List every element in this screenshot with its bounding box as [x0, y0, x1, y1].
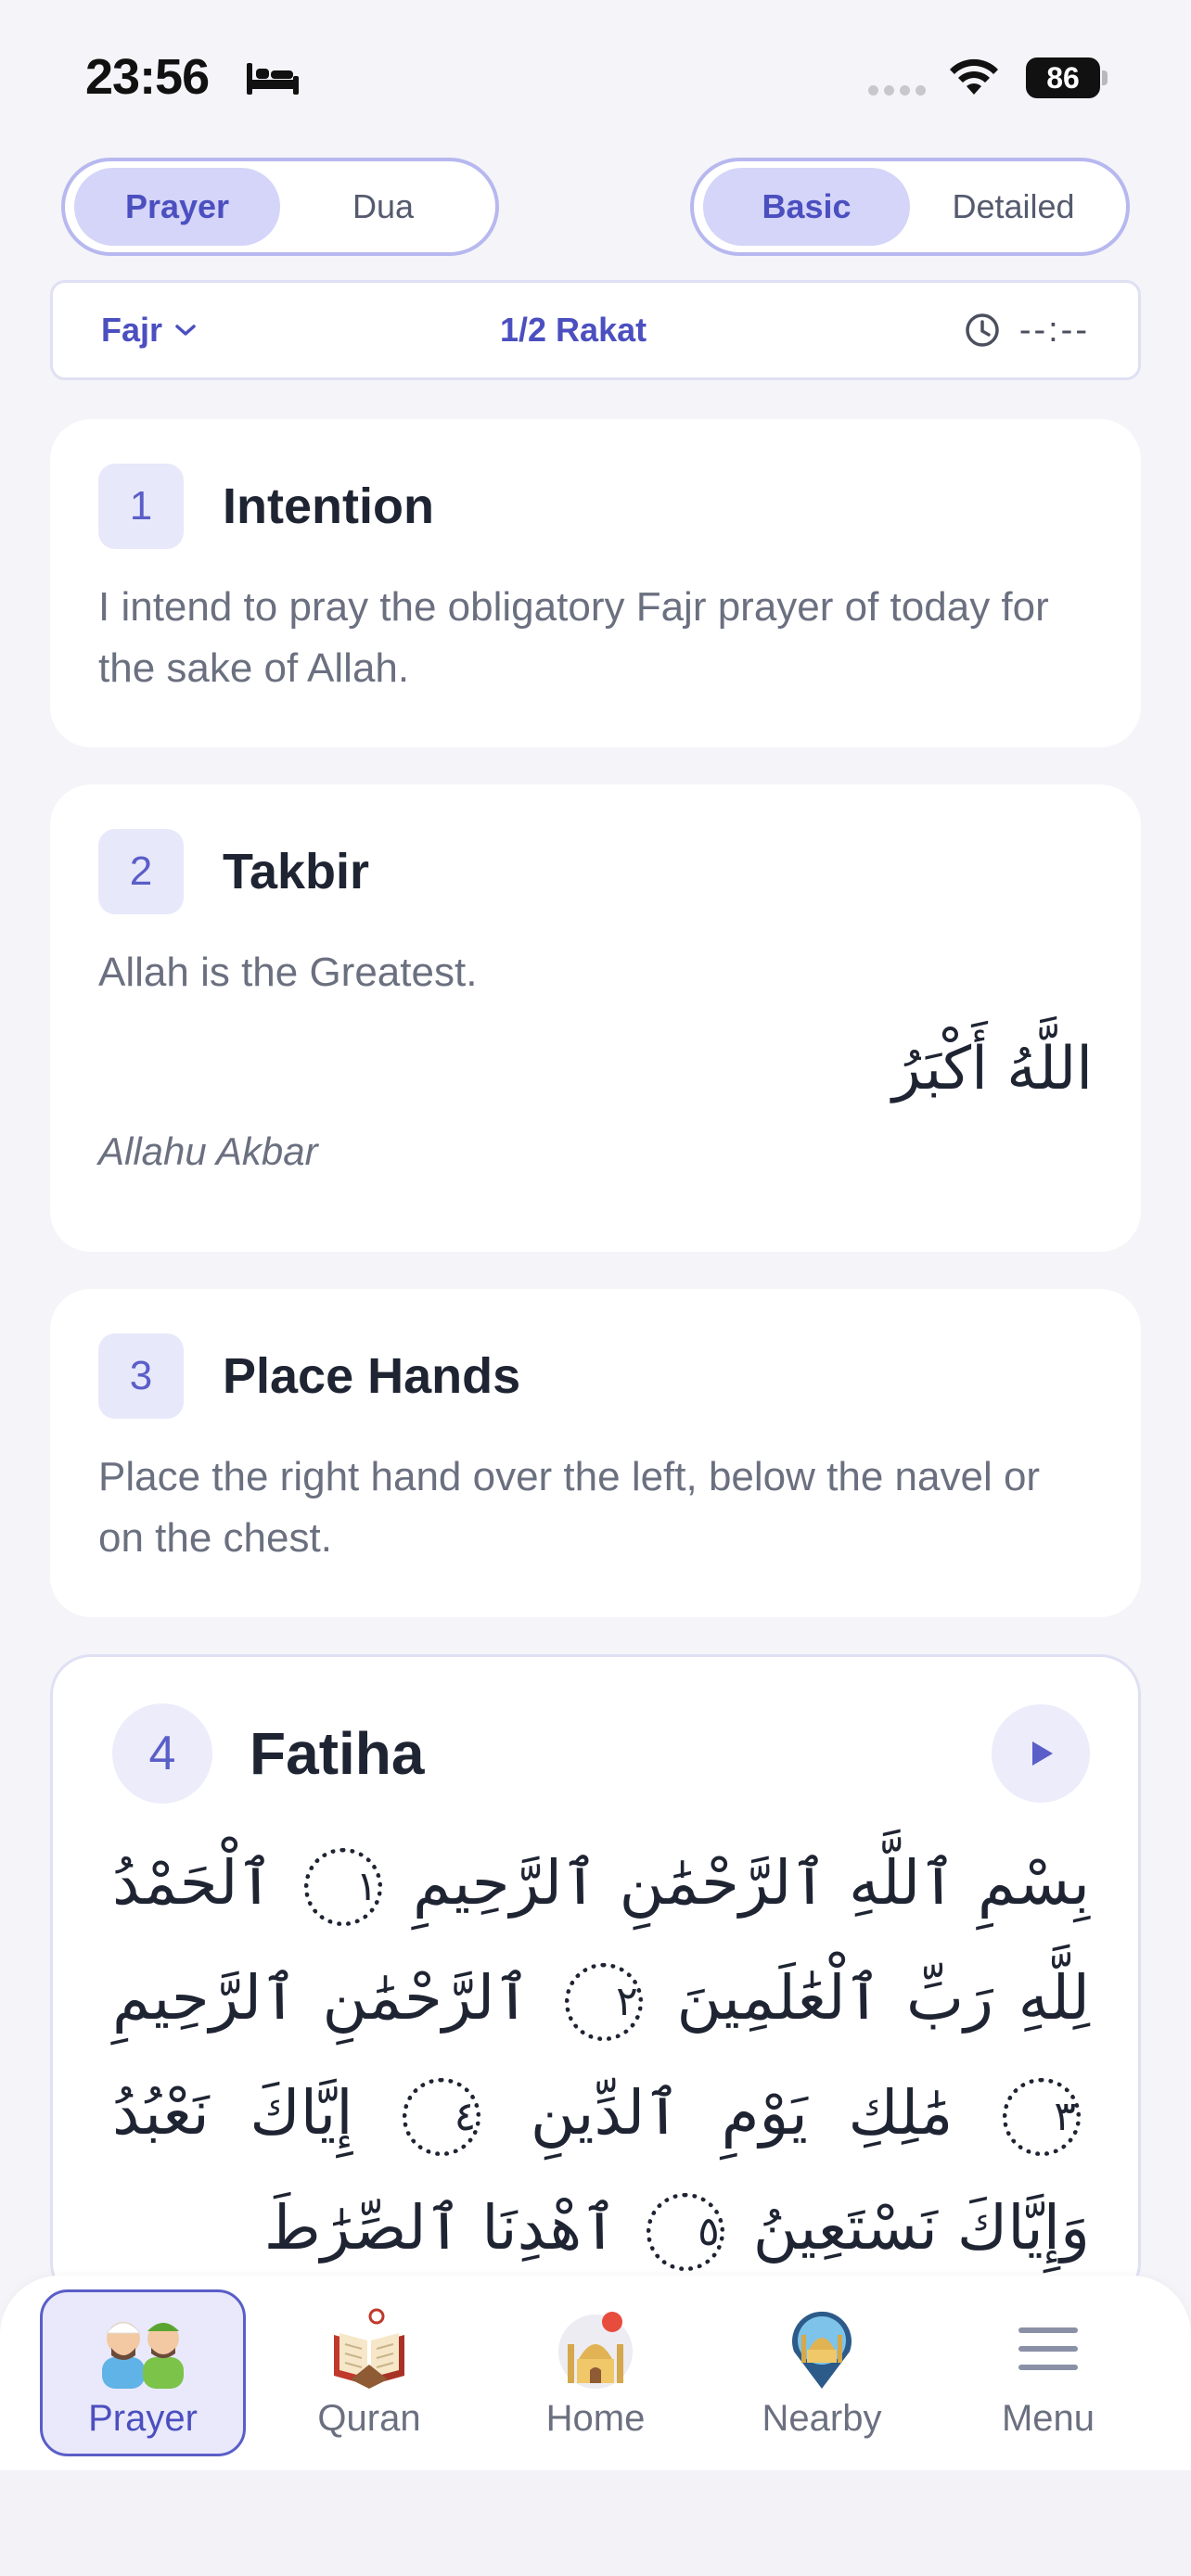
nav-label: Prayer	[88, 2397, 198, 2439]
ayah-marker: ٥	[646, 2192, 724, 2271]
arabic-text: اللَّهُ أَكْبَرُ	[892, 1035, 1093, 1103]
step-card-intention[interactable]: 1 Intention I intend to pray the obligat…	[50, 419, 1141, 747]
timer-value: --:--	[1018, 310, 1090, 350]
verse-text: ٱهْدِنَا ٱلصِّرَٰطَ	[263, 2192, 618, 2264]
step-description: I intend to pray the obligatory Fajr pra…	[98, 584, 1049, 691]
timer: --:--	[964, 311, 1090, 351]
rakat-count: 1/2 Rakat	[500, 311, 647, 349]
step-description: Allah is the Greatest.	[98, 950, 478, 995]
step-description: Place the right hand over the left, belo…	[98, 1454, 1041, 1561]
step-card-place-hands[interactable]: 3 Place Hands Place the right hand over …	[50, 1289, 1141, 1617]
step-title: Intention	[223, 478, 434, 534]
step-title: Place Hands	[223, 1348, 521, 1404]
battery-level: 86	[1026, 57, 1100, 98]
home-indicator-area	[0, 2470, 1191, 2576]
play-audio-button[interactable]	[992, 1704, 1090, 1803]
clock-icon	[966, 313, 999, 347]
nav-label: Menu	[1001, 2397, 1095, 2439]
step-title: Takbir	[223, 844, 370, 899]
step-card-takbir[interactable]: 2 Takbir Allah is the Greatest. اللَّهُ …	[50, 784, 1141, 1252]
fatiha-arabic-text: بِسْمِ ٱللَّهِ ٱلرَّحْمَٰنِ ٱلرَّحِيمِ ١…	[112, 1826, 1090, 2286]
ayah-marker: ١	[304, 1847, 383, 1926]
bottom-nav: Prayer Quran Home Nearby Menu	[0, 2276, 1191, 2470]
nav-quran[interactable]: Quran	[266, 2289, 472, 2456]
quran-book-icon	[334, 2308, 404, 2389]
tab-dua[interactable]: Dua	[280, 168, 486, 246]
prayer-dua-toggle: Prayer Dua	[61, 158, 499, 256]
status-bar: 23:56 86	[0, 0, 1191, 158]
transliteration: Allahu Akbar	[98, 1129, 318, 1173]
hamburger-icon	[1018, 2327, 1078, 2370]
tab-detailed[interactable]: Detailed	[910, 168, 1117, 246]
tab-basic[interactable]: Basic	[703, 168, 910, 246]
mosque-icon	[558, 2311, 633, 2389]
status-time: 23:56	[85, 49, 210, 105]
nav-menu[interactable]: Menu	[945, 2289, 1151, 2456]
nav-prayer[interactable]: Prayer	[40, 2289, 246, 2456]
nav-label: Nearby	[762, 2397, 882, 2439]
verse-text: مَٰلِكِ يَوْمِ ٱلدِّينِ	[530, 2077, 954, 2149]
play-icon	[1032, 1741, 1053, 1766]
step-number: 3	[98, 1333, 184, 1419]
nav-home[interactable]: Home	[493, 2289, 698, 2456]
prayer-info-bar: Fajr 1/2 Rakat --:--	[50, 280, 1141, 380]
sleep-focus-icon	[247, 63, 299, 95]
ayah-marker: ٣	[1003, 2077, 1082, 2156]
nav-nearby[interactable]: Nearby	[719, 2289, 925, 2456]
chevron-down-icon	[175, 325, 196, 336]
step-number: 1	[98, 464, 184, 549]
basic-detailed-toggle: Basic Detailed	[690, 158, 1130, 256]
ayah-marker: ٤	[403, 2077, 481, 2156]
step-number: 2	[98, 829, 184, 914]
ayah-marker: ٢	[564, 1962, 643, 2041]
prayer-people-icon	[102, 2321, 184, 2389]
nav-label: Home	[545, 2397, 646, 2439]
nav-label: Quran	[317, 2397, 421, 2439]
cellular-signal-icon	[868, 85, 926, 96]
step-number: 4	[112, 1703, 212, 1804]
verse-text: ٱلرَّحْمَٰنِ ٱلرَّحِيمِ	[112, 1962, 531, 2034]
step-card-fatiha[interactable]: 4 Fatiha بِسْمِ ٱللَّهِ ٱلرَّحْمَٰنِ ٱلر…	[50, 1654, 1141, 2303]
tab-prayer[interactable]: Prayer	[74, 168, 280, 246]
location-mosque-icon	[792, 2311, 852, 2389]
battery-icon: 86	[1026, 57, 1108, 98]
verse-text: بِسْمِ ٱللَّهِ ٱلرَّحْمَٰنِ ٱلرَّحِيمِ	[412, 1847, 1091, 1919]
wifi-icon	[950, 58, 998, 95]
step-title: Fatiha	[250, 1720, 425, 1787]
prayer-select[interactable]: Fajr	[101, 311, 500, 350]
prayer-select-value: Fajr	[101, 311, 163, 349]
